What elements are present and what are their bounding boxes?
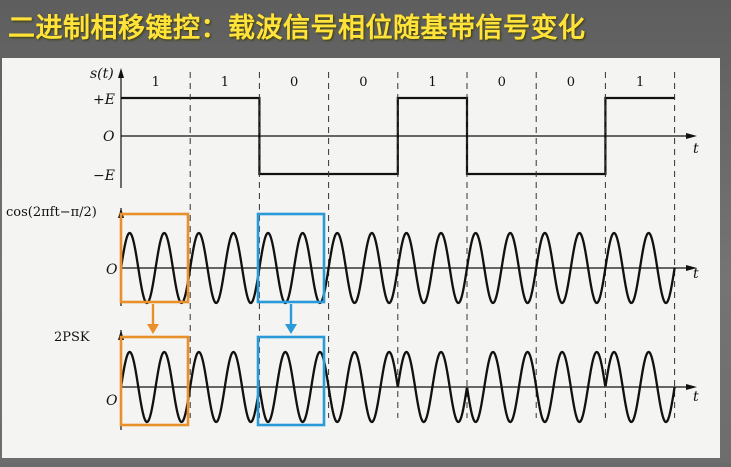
carrier-axis-label: t: [693, 266, 699, 282]
bit-label: 1: [221, 75, 229, 90]
bit-label: 0: [359, 75, 367, 90]
slide-title: 二进制相移键控：载波信号相位随基带信号变化: [8, 13, 586, 44]
carrier-zero-label: O: [106, 262, 118, 278]
bit-label: 0: [567, 75, 575, 90]
bit-label: 1: [428, 75, 436, 90]
baseband-zero-label: O: [103, 129, 115, 145]
bit-label: 1: [152, 75, 160, 90]
baseband-axis-label: t: [693, 141, 699, 157]
psk-zero-label: O: [106, 393, 118, 409]
bit-label: 1: [636, 75, 644, 90]
psk-diagram: s(t) +E O −E t 11001001 cos(2πft−π/2) O …: [2, 58, 720, 458]
bit-label: 0: [290, 75, 298, 90]
psk-label: 2PSK: [54, 330, 90, 345]
figure-panel: s(t) +E O −E t 11001001 cos(2πft−π/2) O …: [0, 58, 731, 463]
baseband-low-label: −E: [93, 168, 115, 184]
bit-label: 0: [498, 75, 506, 90]
psk-axis-label: t: [693, 389, 699, 405]
baseband-high-label: +E: [93, 92, 115, 108]
carrier-label: cos(2πft−π/2): [6, 205, 97, 220]
baseband-ylabel: s(t): [90, 66, 114, 82]
